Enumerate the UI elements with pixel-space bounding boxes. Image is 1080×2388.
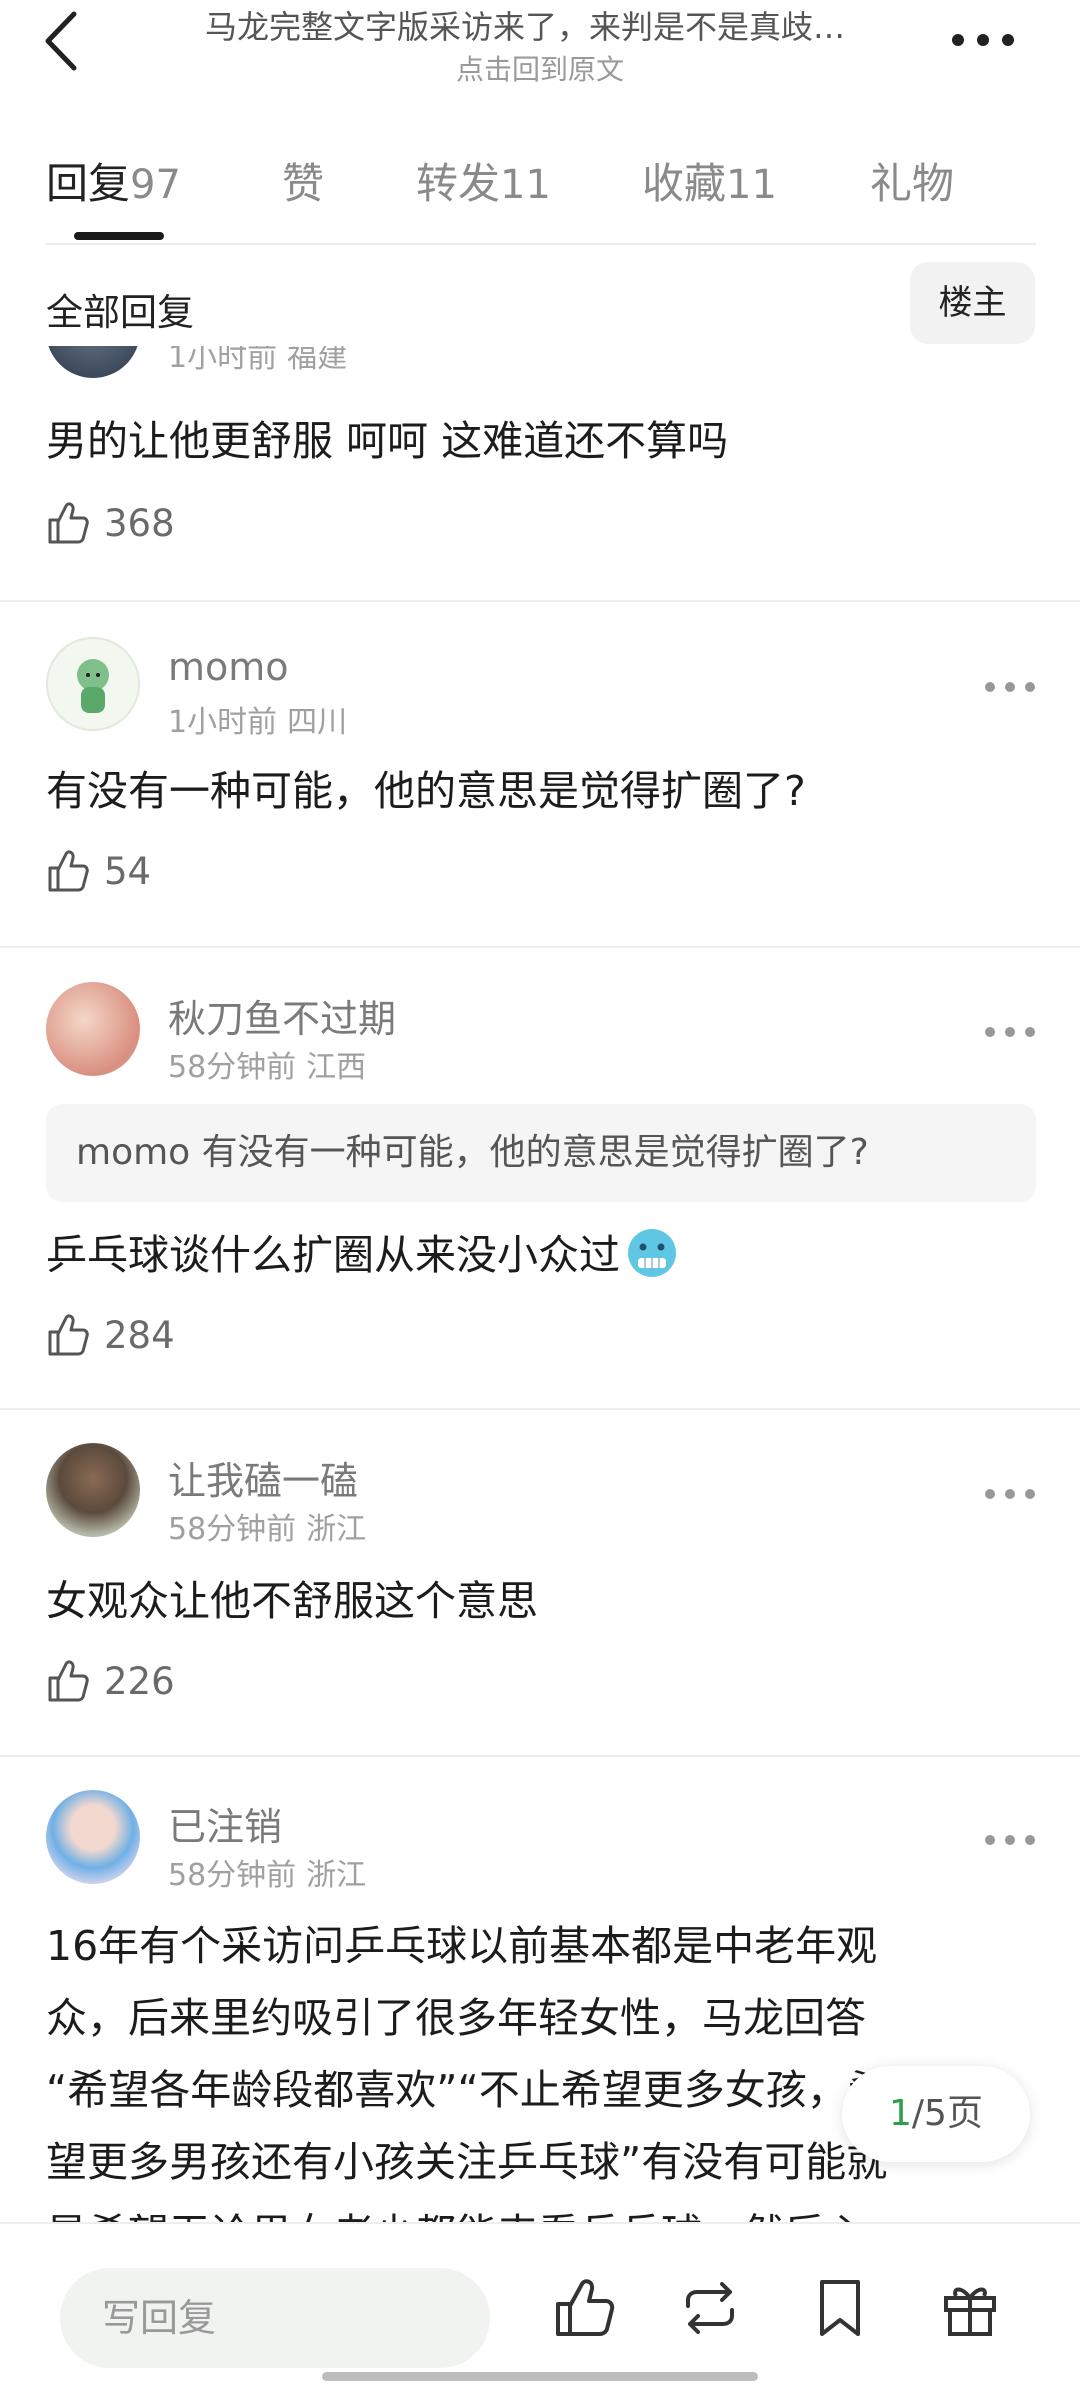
tab-count: 11 bbox=[500, 162, 551, 208]
username[interactable]: momo bbox=[168, 645, 289, 689]
comment-line: 众，后来里约吸引了很多年轻女性，马龙回答 bbox=[46, 1994, 866, 2042]
comment-meta: 58分钟前 浙江 bbox=[168, 1512, 367, 1547]
page-indicator[interactable]: 1/5页 bbox=[842, 2066, 1030, 2162]
tab-count: 97 bbox=[130, 162, 181, 208]
home-indicator bbox=[322, 2372, 758, 2381]
comment-more-icon[interactable] bbox=[982, 1022, 1038, 1042]
freezing-face-emoji-icon bbox=[628, 1229, 676, 1277]
more-options-icon[interactable] bbox=[948, 20, 1018, 60]
owner-only-button[interactable]: 楼主 bbox=[910, 262, 1035, 344]
username[interactable]: 让我磕一磕 bbox=[168, 1450, 358, 1505]
tab-label: 转发 bbox=[416, 159, 501, 208]
active-tab-indicator bbox=[74, 232, 164, 240]
thumbs-up-icon bbox=[48, 502, 89, 544]
all-replies-label[interactable]: 全部回复 bbox=[46, 282, 194, 336]
top-bar: 马龙完整文字版采访来了，来判是不是真歧… 点击回到原文 bbox=[0, 0, 1080, 95]
divider bbox=[0, 1755, 1080, 1757]
avatar-image bbox=[77, 659, 109, 713]
like-count: 54 bbox=[104, 850, 152, 893]
like-count: 226 bbox=[104, 1660, 175, 1703]
like-count: 284 bbox=[104, 1314, 175, 1357]
comment-more-icon[interactable] bbox=[982, 1830, 1038, 1850]
divider bbox=[0, 946, 1080, 948]
thumbs-up-icon bbox=[48, 850, 89, 892]
comment-text: 男的让他更舒服 呵呵 这难道还不算吗 bbox=[46, 417, 729, 465]
comment-text: 乒乓球谈什么扩圈从来没小众过 bbox=[46, 1219, 1036, 1291]
tab-label: 回复 bbox=[46, 159, 131, 208]
repost-icon[interactable] bbox=[678, 2276, 742, 2340]
comment-meta: 58分钟前 浙江 bbox=[168, 1858, 367, 1893]
comment-more-icon[interactable] bbox=[982, 1484, 1038, 1504]
comment-more-icon[interactable] bbox=[982, 677, 1038, 697]
tab-count: 11 bbox=[726, 162, 777, 208]
like-button[interactable]: 368 bbox=[46, 500, 175, 550]
comment-line: 16年有个采访问乒乓球以前基本都是中老年观 bbox=[46, 1922, 878, 1970]
comment-meta: 1小时前 四川 bbox=[168, 705, 348, 740]
comment-text: 女观众让他不舒服这个意思 bbox=[46, 1577, 538, 1625]
partial-comment-header: 1小时前 福建 bbox=[0, 346, 1080, 386]
like-button[interactable]: 54 bbox=[46, 848, 151, 898]
like-count: 368 bbox=[104, 502, 175, 545]
tab-label: 收藏 bbox=[642, 159, 727, 208]
back-to-original-link[interactable]: 点击回到原文 bbox=[130, 48, 950, 88]
tab-reposts[interactable]: 转发11 bbox=[416, 150, 551, 211]
avatar[interactable] bbox=[46, 637, 140, 731]
username[interactable]: 已注销 bbox=[168, 1796, 282, 1851]
divider bbox=[0, 600, 1080, 602]
tab-bar: 回复97 赞 转发11 收藏11 礼物 bbox=[0, 140, 1080, 245]
avatar[interactable] bbox=[46, 1443, 140, 1537]
comment-text: 有没有一种可能，他的意思是觉得扩圈了? bbox=[46, 767, 806, 815]
divider bbox=[46, 243, 1036, 245]
like-icon[interactable] bbox=[552, 2276, 616, 2340]
comment-line: 是希望无论男女老少都能来看乒乓球，然后心 bbox=[46, 2198, 1036, 2222]
avatar[interactable] bbox=[46, 1790, 140, 1884]
current-page: 1 bbox=[889, 2093, 912, 2134]
post-title[interactable]: 马龙完整文字版采访来了，来判是不是真歧… bbox=[130, 2, 920, 48]
like-button[interactable]: 284 bbox=[46, 1312, 175, 1362]
avatar[interactable] bbox=[46, 982, 140, 1076]
avatar[interactable] bbox=[46, 346, 140, 378]
like-button[interactable]: 226 bbox=[46, 1658, 175, 1708]
tab-replies[interactable]: 回复97 bbox=[46, 150, 181, 211]
thumbs-up-icon bbox=[48, 1660, 89, 1702]
quoted-reply[interactable]: momo 有没有一种可能，他的意思是觉得扩圈了? bbox=[46, 1104, 1036, 1202]
divider bbox=[0, 1408, 1080, 1410]
total-pages: /5页 bbox=[911, 2093, 983, 2134]
tab-label: 赞 bbox=[282, 159, 325, 208]
comment-meta: 1小时前 福建 bbox=[168, 346, 348, 375]
tab-likes[interactable]: 赞 bbox=[282, 150, 324, 211]
username[interactable]: 秋刀鱼不过期 bbox=[168, 988, 396, 1043]
comment-meta: 58分钟前 江西 bbox=[168, 1050, 367, 1085]
thumbs-up-icon bbox=[48, 1314, 89, 1356]
tab-gifts[interactable]: 礼物 bbox=[870, 150, 954, 211]
gift-icon[interactable] bbox=[938, 2276, 1002, 2340]
reply-input[interactable]: 写回复 bbox=[60, 2268, 490, 2368]
tab-favorites[interactable]: 收藏11 bbox=[642, 150, 777, 211]
back-arrow-icon[interactable] bbox=[36, 6, 84, 76]
bottom-action-bar: 写回复 bbox=[0, 2224, 1080, 2388]
bookmark-icon[interactable] bbox=[808, 2276, 872, 2340]
tab-label: 礼物 bbox=[870, 159, 955, 208]
